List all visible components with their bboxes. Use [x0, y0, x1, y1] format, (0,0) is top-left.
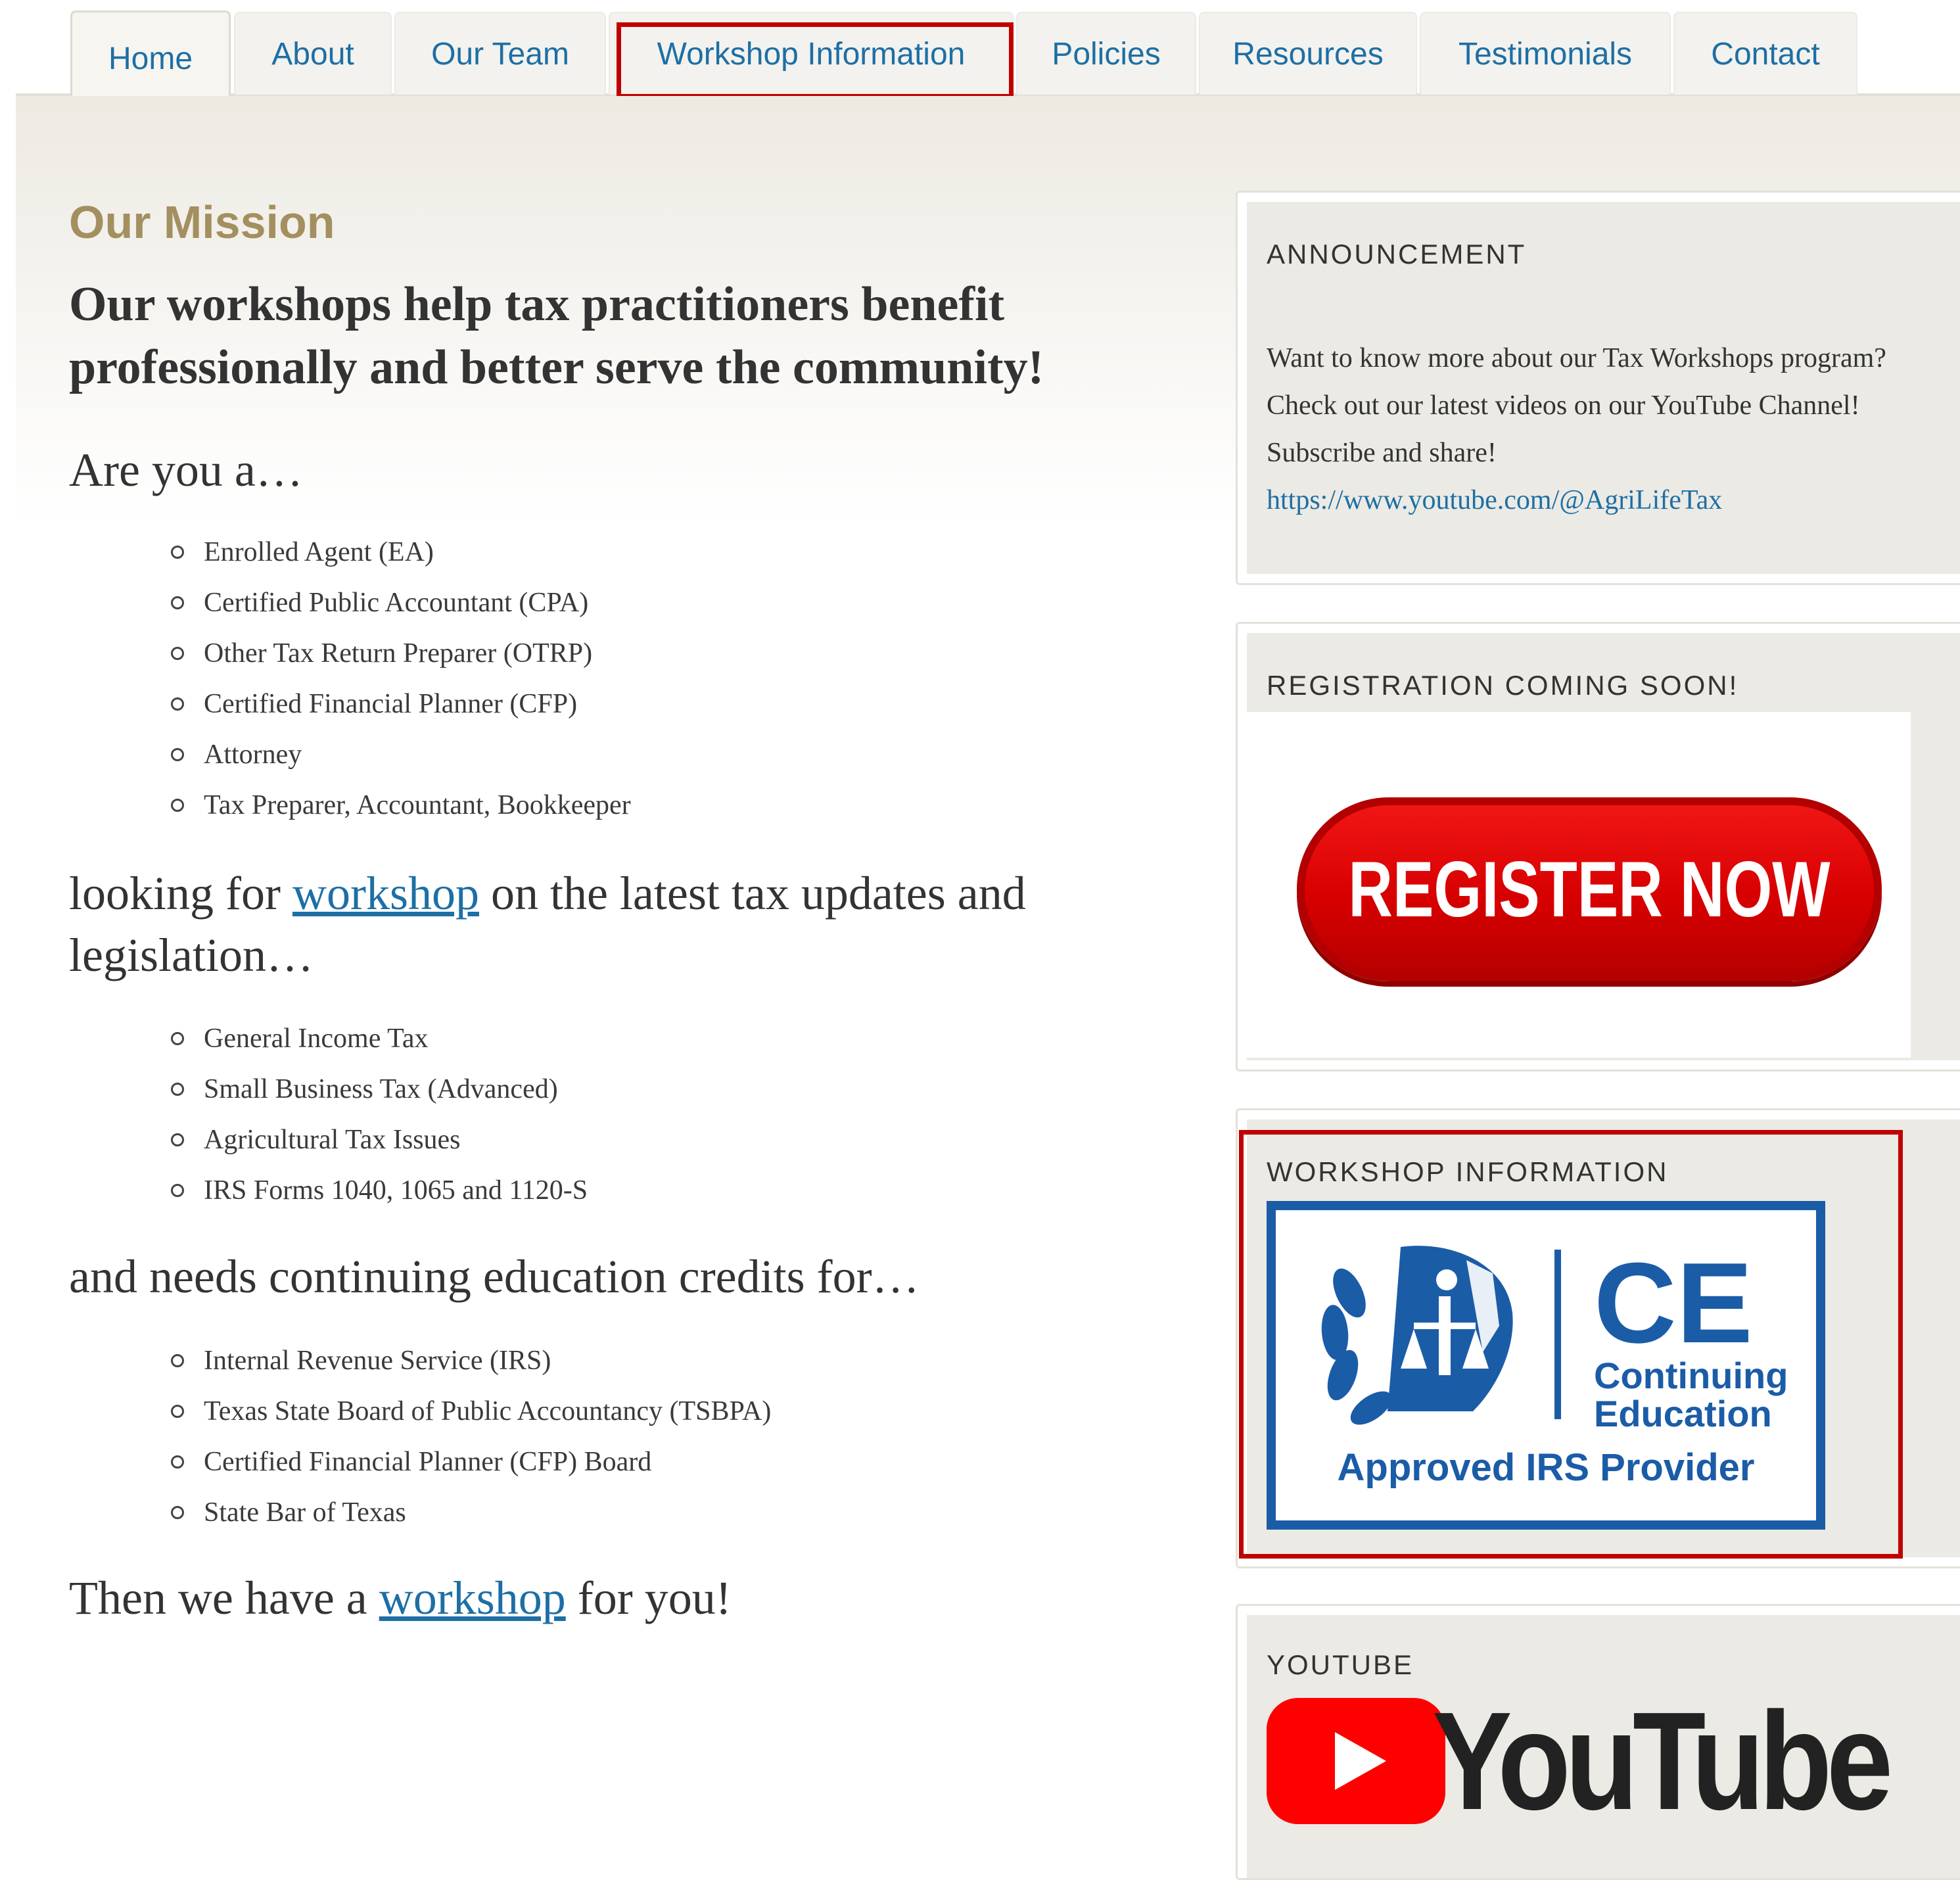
youtube-title: YOUTUBE [1267, 1649, 1414, 1680]
workshop-info-widget: WORKSHOP INFORMATION CE Continuing Educa… [1236, 1108, 1960, 1568]
ce-approved-provider: Approved IRS Provider [1337, 1446, 1755, 1489]
list-item: Attorney [161, 736, 631, 787]
closing-text: Then we have a workshop for you! [69, 1567, 1200, 1629]
ce-divider [1554, 1250, 1561, 1419]
youtube-channel-link[interactable]: https://www.youtube.com/@AgriLifeTax [1267, 485, 1722, 515]
ce-education: Education [1594, 1393, 1772, 1434]
announcement-widget: ANNOUNCEMENT Want to know more about our… [1236, 191, 1960, 585]
registration-title: REGISTRATION COMING SOON! [1267, 670, 1739, 701]
register-now-button[interactable]: REGISTER NOW [1297, 797, 1882, 981]
list-item: Tax Preparer, Accountant, Bookkeeper [161, 787, 631, 837]
youtube-wordmark[interactable]: YouTube [1432, 1681, 1893, 1841]
announcement-body: Want to know more about our Tax Workshop… [1267, 335, 1924, 524]
tab-about[interactable]: About [234, 12, 392, 95]
tab-our-team[interactable]: Our Team [394, 12, 606, 95]
tab-policies[interactable]: Policies [1016, 12, 1196, 95]
tab-resources[interactable]: Resources [1199, 12, 1417, 95]
topics-list: General Income Tax Small Business Tax (A… [161, 1020, 588, 1223]
ce-heading: CE [1594, 1238, 1753, 1367]
credit-bodies-list: Internal Revenue Service (IRS) Texas Sta… [161, 1342, 771, 1545]
closing-after: for you! [565, 1572, 732, 1624]
tab-workshop-information[interactable]: Workshop Information [609, 12, 1014, 95]
irs-ce-badge[interactable]: CE Continuing Education Approved IRS Pro… [1267, 1201, 1825, 1530]
announcement-text: Want to know more about our Tax Workshop… [1267, 343, 1886, 468]
ce-continuing: Continuing [1594, 1355, 1788, 1396]
tab-home[interactable]: Home [70, 11, 231, 99]
mission-lead: Our workshops help tax practitioners ben… [69, 277, 1044, 394]
top-navigation: Home About Our Team Workshop Information… [0, 0, 1960, 99]
registration-widget: REGISTRATION COMING SOON! REGISTER NOW [1236, 622, 1960, 1071]
register-image-area: REGISTER NOW [1247, 712, 1911, 1058]
list-item: Other Tax Return Preparer (OTRP) [161, 635, 631, 686]
closing-before: Then we have a [69, 1572, 379, 1624]
register-now-label: REGISTER NOW [1348, 845, 1831, 933]
list-item: Internal Revenue Service (IRS) [161, 1342, 771, 1393]
list-item: IRS Forms 1040, 1065 and 1120-S [161, 1172, 588, 1223]
irs-eagle-logo-icon [1321, 1246, 1513, 1425]
workshop-info-title: WORKSHOP INFORMATION [1267, 1156, 1669, 1187]
announcement-title: ANNOUNCEMENT [1267, 239, 1527, 270]
list-item: Certified Financial Planner (CFP) [161, 686, 631, 736]
list-item: Enrolled Agent (EA) [161, 534, 631, 584]
workshop-link-closing[interactable]: workshop [379, 1572, 566, 1624]
tab-contact[interactable]: Contact [1673, 12, 1857, 95]
list-item: Texas State Board of Public Accountancy … [161, 1393, 771, 1444]
tab-testimonials[interactable]: Testimonials [1420, 12, 1671, 95]
list-item: Small Business Tax (Advanced) [161, 1071, 588, 1121]
list-item: Agricultural Tax Issues [161, 1121, 588, 1172]
youtube-widget: YOUTUBE YouTube [1236, 1604, 1960, 1880]
list-item: State Bar of Texas [161, 1494, 771, 1545]
needs-credits-text: and needs continuing education credits f… [69, 1250, 920, 1303]
workshop-link[interactable]: workshop [292, 867, 479, 920]
mission-title: Our Mission [69, 197, 335, 248]
list-item: Certified Financial Planner (CFP) Board [161, 1444, 771, 1494]
looking-for-before: looking for [69, 867, 292, 920]
intro-question: Are you a… [69, 444, 303, 496]
roles-list: Enrolled Agent (EA) Certified Public Acc… [161, 534, 631, 837]
looking-for-text: looking for workshop on the latest tax u… [69, 862, 1200, 986]
list-item: General Income Tax [161, 1020, 588, 1071]
youtube-play-icon[interactable] [1267, 1698, 1445, 1824]
list-item: Certified Public Accountant (CPA) [161, 584, 631, 635]
